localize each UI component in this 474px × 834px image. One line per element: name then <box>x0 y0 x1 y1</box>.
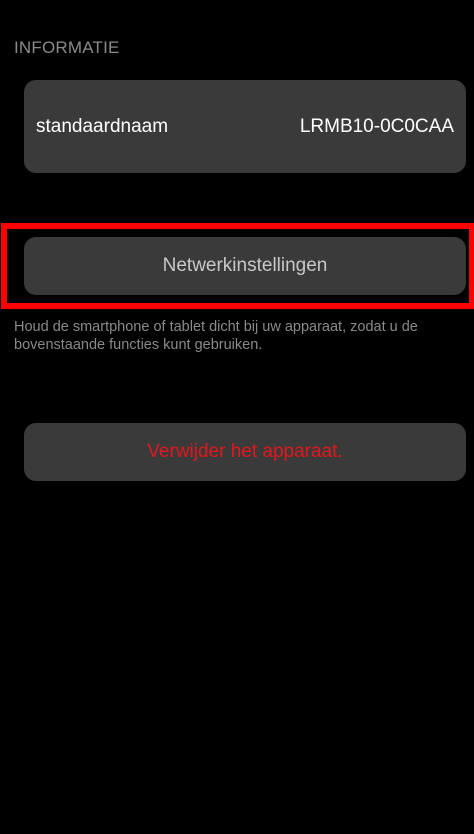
proximity-hint-text: Houd de smartphone of tablet dicht bij u… <box>14 319 418 353</box>
section-header-informatie: INFORMATIE <box>14 38 120 57</box>
standard-name-row: standaardnaam LRMB10-0C0CAA <box>24 80 466 173</box>
network-settings-button[interactable]: Netwerkinstellingen <box>24 237 466 295</box>
standard-name-label: standaardnaam <box>36 115 169 137</box>
delete-device-button[interactable]: Verwijder het apparaat. <box>24 423 466 481</box>
device-settings-screen: INFORMATIE standaardnaam LRMB10-0C0CAA N… <box>0 0 474 834</box>
standard-name-value: LRMB10-0C0CAA <box>299 115 454 137</box>
